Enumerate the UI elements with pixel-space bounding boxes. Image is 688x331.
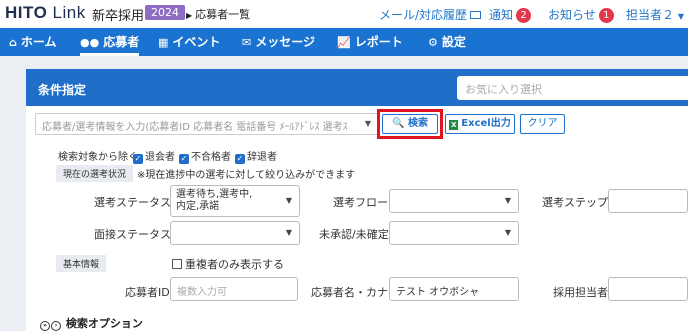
applicant-id-input[interactable]: 複数入力可 (170, 277, 298, 301)
checkbox-checked-icon: ✓ (235, 154, 245, 164)
search-input[interactable]: 応募者/選考情報を入力(応募者ID 応募者名 電話番号 ﾒｰﾙｱﾄﾞﾚｽ 選考ｽ… (35, 113, 378, 135)
selection-status-label: 選考ステータス (94, 196, 171, 209)
nav-reports[interactable]: 📈 レポート (337, 28, 403, 56)
nav-applicants[interactable]: ●● 応募者 (80, 28, 140, 56)
year-badge[interactable]: 2024 (145, 5, 185, 20)
applicant-id-label: 応募者ID (125, 286, 170, 299)
approval-select[interactable]: ▼ (389, 221, 519, 245)
checkbox-unchecked-icon (172, 259, 182, 269)
chevron-down-icon: ▼ (677, 12, 684, 21)
user-menu[interactable]: 担当者２ ▼ (626, 6, 684, 23)
main-nav: ⌂ ホーム ●● 応募者 ▦ イベント ✉ メッセージ 📈 レポート ⚙ 設定 (0, 28, 688, 56)
mail-icon (470, 11, 482, 19)
app-logo[interactable]: HITO Link (5, 3, 86, 23)
chevron-down-icon: ▼ (504, 196, 511, 205)
panel-header: 条件指定 お気に入り選択 (26, 69, 688, 106)
selection-flow-label: 選考フロー (333, 196, 388, 209)
users-icon: ●● (80, 36, 100, 49)
panel-title: 条件指定 (38, 83, 87, 97)
search-button[interactable]: 🔍 検索 (382, 114, 438, 134)
expand-icon: › (51, 321, 61, 331)
exclude-declined-checkbox[interactable]: ✓ 辞退者 (235, 148, 277, 164)
exclude-label: 検索対象から除く (58, 152, 138, 163)
news-link[interactable]: お知らせ 1 (548, 6, 614, 23)
exclude-withdrawn-checkbox[interactable]: ✓ 退会者 (133, 148, 175, 164)
search-icon: 🔍 (392, 118, 405, 129)
selection-flow-select[interactable]: ▼ (389, 189, 519, 213)
chevron-down-icon: ▼ (504, 228, 511, 237)
chevron-down-icon: ▼ (285, 196, 292, 205)
applicant-name-label: 応募者名・カナ (311, 286, 388, 299)
search-panel: 条件指定 お気に入り選択 応募者/選考情報を入力(応募者ID 応募者名 電話番号… (26, 69, 688, 331)
nav-settings[interactable]: ⚙ 設定 (428, 28, 466, 56)
chevron-down-icon: ▼ (285, 228, 292, 237)
interview-status-select[interactable]: ▼ (170, 221, 300, 245)
search-options-toggle[interactable]: » › 検索オプション (40, 315, 143, 331)
envelope-icon: ✉ (242, 36, 252, 49)
favorite-select[interactable]: お気に入り選択 (457, 76, 688, 100)
news-count-badge: 1 (598, 8, 614, 23)
recruiter-select[interactable] (608, 277, 688, 301)
breadcrumb-current: 応募者一覧 (195, 8, 251, 21)
notifications-count-badge: 2 (516, 8, 532, 23)
selection-status-select[interactable]: 選考待ち,選考中, 内定,承諾 ▼ (170, 185, 300, 217)
recruitment-type: 新卒採用 (92, 9, 145, 24)
expand-double-icon: » (40, 321, 50, 331)
recruiter-label: 採用担当者 (553, 286, 608, 299)
checkbox-checked-icon: ✓ (179, 154, 189, 164)
nav-events[interactable]: ▦ イベント (158, 28, 220, 56)
interview-status-label: 面接ステータス (94, 228, 171, 241)
mail-history-link[interactable]: メール/対応履歴 (379, 6, 482, 23)
nav-messages[interactable]: ✉ メッセージ (242, 28, 315, 56)
selection-step-select[interactable] (608, 189, 688, 213)
selection-step-label: 選考ステップ (542, 196, 608, 209)
basic-info-label: 基本情報 (56, 255, 107, 272)
approval-label: 未承認/未確定 (319, 228, 389, 241)
gear-icon: ⚙ (428, 36, 438, 49)
exclude-failed-checkbox[interactable]: ✓ 不合格者 (179, 148, 231, 164)
home-icon: ⌂ (9, 36, 17, 49)
current-status-note: ※現在進捗中の選考に対して絞り込みができます (137, 170, 356, 181)
chevron-down-icon: ▼ (364, 119, 371, 128)
chart-icon: 📈 (337, 36, 351, 49)
notifications-link[interactable]: 通知 2 (489, 6, 532, 23)
calendar-icon: ▦ (158, 36, 169, 49)
excel-icon: X (449, 120, 459, 130)
duplicate-only-checkbox[interactable]: 重複者のみ表示する (172, 256, 284, 272)
applicant-name-input[interactable]: テスト オウボシャ (389, 277, 519, 301)
excel-export-button[interactable]: X Excel出力 (445, 114, 515, 134)
nav-home[interactable]: ⌂ ホーム (9, 28, 57, 56)
breadcrumb: ▶ 応募者一覧 (186, 6, 250, 22)
breadcrumb-arrow-icon: ▶ (186, 11, 193, 20)
current-status-label: 現在の選考状況 (56, 165, 134, 182)
clear-button[interactable]: クリア (520, 114, 565, 134)
checkbox-checked-icon: ✓ (133, 154, 143, 164)
top-bar: HITO Link 新卒採用 2024 ▶ 応募者一覧 メール/対応履歴 通知 2 … (0, 0, 688, 28)
